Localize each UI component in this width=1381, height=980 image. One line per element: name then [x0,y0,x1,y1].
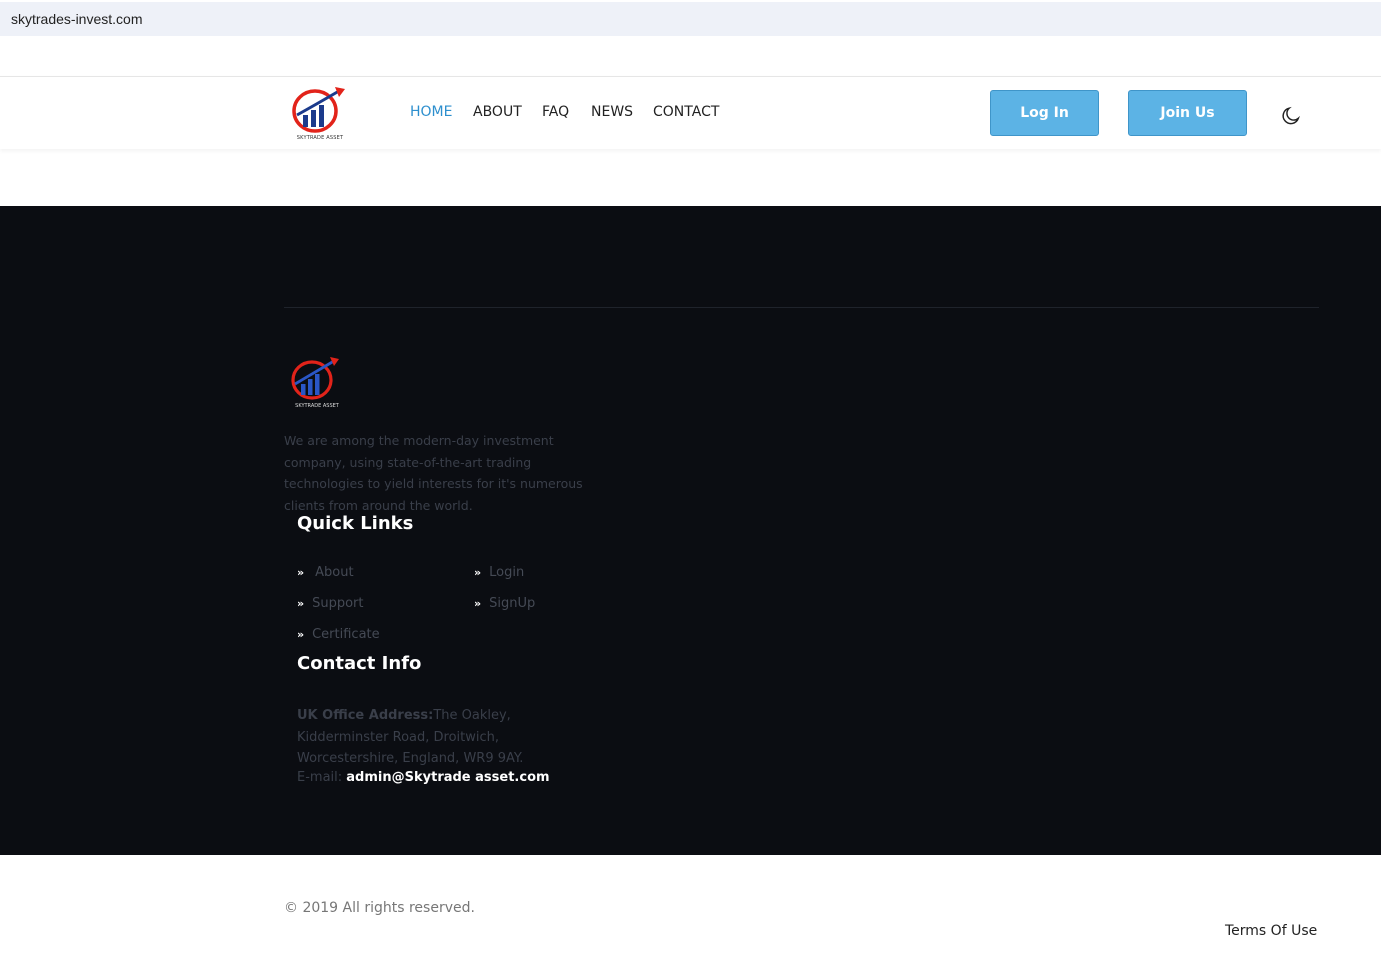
url-text: skytrades-invest.com [11,11,143,27]
logo-graphic-icon [292,87,345,133]
contact-address: UK Office Address:The Oakley, Kiddermins… [297,705,597,770]
contact-info-heading: Contact Info [297,653,422,674]
quick-links-heading: Quick Links [297,513,414,534]
address-label: UK Office Address: [297,708,434,723]
site-footer: SKYTRADE ASSET We are among the modern-d… [0,206,1381,855]
join-button[interactable]: Join Us [1128,90,1247,136]
browser-url-bar[interactable]: skytrades-invest.com [0,2,1381,36]
footer-divider [284,307,1319,308]
nav-home[interactable]: HOME [410,104,452,120]
double-chevron-right-icon: » [297,597,305,610]
site-header: SKYTRADE ASSET HOME ABOUT FAQ NEWS CONTA… [0,76,1381,149]
nav-faq[interactable]: FAQ [542,104,569,120]
footer-about-text: We are among the modern-day investment c… [284,433,583,513]
quick-link-signup[interactable]: » SignUp [474,596,535,611]
double-chevron-right-icon: » [474,566,482,579]
logo-caption: SKYTRADE ASSET [296,135,344,141]
footer-logo-caption: SKYTRADE ASSET [295,403,339,409]
quick-link-about[interactable]: » About [297,565,354,580]
terms-of-use-link[interactable]: Terms Of Use [1225,923,1317,939]
double-chevron-right-icon: » [297,566,305,579]
contact-email: E-mail: admin@Skytrade asset.com [297,770,550,785]
double-chevron-right-icon: » [297,628,305,641]
footer-logo[interactable]: SKYTRADE ASSET [287,356,347,412]
site-logo[interactable]: SKYTRADE ASSET [287,85,353,145]
email-link[interactable]: admin@Skytrade asset.com [346,770,549,785]
moon-icon[interactable] [1280,105,1302,127]
footer-logo-graphic-icon [291,357,339,400]
nav-news[interactable]: NEWS [591,104,633,120]
copyright-text: © 2019 All rights reserved. [284,900,475,916]
nav-contact[interactable]: CONTACT [653,104,719,120]
nav-about[interactable]: ABOUT [473,104,522,120]
quick-link-support[interactable]: » Support [297,596,364,611]
quick-link-login[interactable]: » Login [474,565,524,580]
quick-link-certificate[interactable]: » Certificate [297,627,380,642]
email-label: E-mail: [297,770,343,785]
double-chevron-right-icon: » [474,597,482,610]
login-button[interactable]: Log In [990,90,1099,136]
